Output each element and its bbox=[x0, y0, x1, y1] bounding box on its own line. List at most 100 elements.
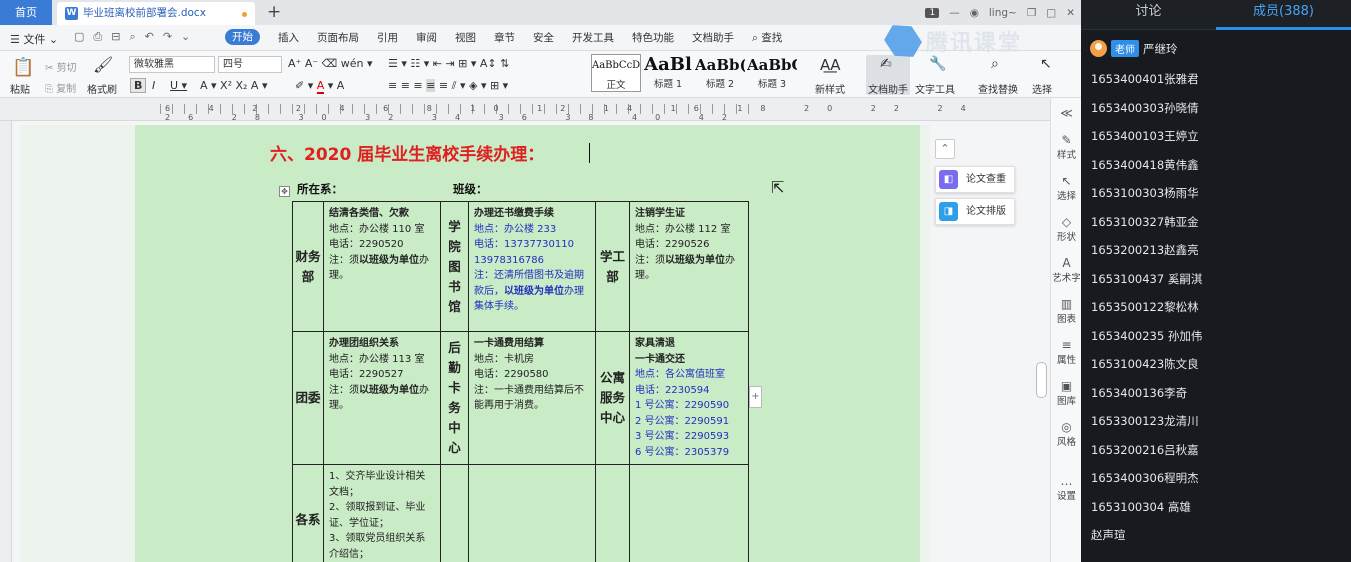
teacher-row[interactable]: 老师 严继玲 bbox=[1090, 40, 1178, 57]
tab-view[interactable]: 视图 bbox=[455, 30, 476, 45]
sidebar-item-style[interactable]: ✎ 样式 bbox=[1051, 133, 1082, 161]
list-item[interactable]: 1653400235 孙加伟 bbox=[1091, 328, 1202, 344]
print-icon[interactable]: ⊟ bbox=[111, 30, 120, 44]
new-tab-button[interactable]: + bbox=[267, 0, 281, 25]
paste-icon[interactable]: 📋 bbox=[12, 57, 34, 78]
font-size-select[interactable]: 四号 bbox=[218, 56, 282, 73]
close-icon[interactable]: ✕ bbox=[1066, 7, 1075, 19]
copy-button[interactable]: ⎘ 复制 bbox=[45, 80, 76, 95]
list-item[interactable]: 1653400303孙晓倩 bbox=[1091, 100, 1199, 116]
empty-cell[interactable] bbox=[468, 464, 596, 562]
user-avatar-icon[interactable]: ◉ bbox=[970, 7, 979, 19]
select-tool-icon[interactable]: ↖ bbox=[1040, 56, 1052, 72]
tab-page-layout[interactable]: 页面布局 bbox=[317, 30, 359, 45]
style-heading-2[interactable]: AaBb( 标题 2 bbox=[695, 54, 745, 92]
list-item[interactable]: 1653200213赵鑫亮 bbox=[1091, 242, 1199, 258]
list-item[interactable]: 1653100437 奚嗣淇 bbox=[1091, 271, 1202, 287]
save-icon[interactable]: ▢ bbox=[74, 30, 84, 44]
list-item[interactable]: 1653200216吕秋嘉 bbox=[1091, 442, 1199, 458]
list-item[interactable]: 1653100423陈文良 bbox=[1091, 356, 1199, 372]
list-item[interactable]: 1653400306程明杰 bbox=[1091, 470, 1199, 486]
cut-button[interactable]: ✂ 剪切 bbox=[45, 59, 77, 74]
list-item[interactable]: 赵声瑄 bbox=[1091, 527, 1126, 543]
text-tools-icon[interactable]: 🔧 bbox=[929, 56, 946, 72]
font-effects[interactable]: A ▾ X² X₂ A ▾ bbox=[200, 79, 267, 92]
home-tab[interactable]: 首页 bbox=[0, 0, 52, 25]
customize-icon[interactable]: ⌄ bbox=[181, 30, 190, 44]
list-item[interactable]: 1653500122黎松林 bbox=[1091, 299, 1199, 315]
thesis-layout-button[interactable]: ◨ 论文排版 bbox=[935, 198, 1015, 225]
thesis-check-button[interactable]: ◧ 论文查重 bbox=[935, 166, 1015, 193]
italic-button[interactable]: I bbox=[152, 79, 155, 92]
list-item[interactable]: 1653400136李奇 bbox=[1091, 385, 1187, 401]
text-tools-button[interactable]: 文字工具 bbox=[915, 81, 955, 96]
user-name[interactable]: ling~ bbox=[989, 7, 1017, 19]
tab-security[interactable]: 安全 bbox=[533, 30, 554, 45]
table-move-handle-icon[interactable]: ✥ bbox=[279, 186, 290, 197]
list-item[interactable]: 1653400418黄伟鑫 bbox=[1091, 157, 1199, 173]
new-style-button[interactable]: 新样式 bbox=[815, 81, 845, 96]
find-replace-button[interactable]: 查找替换 bbox=[978, 81, 1018, 96]
doc-assistant-button[interactable]: 文档助手 bbox=[868, 81, 908, 96]
tab-members[interactable]: 成员(388) bbox=[1216, 0, 1351, 30]
list-tools[interactable]: ☰ ▾ ☷ ▾ ⇤ ⇥ ⊞ ▾ A↕ ⇅ bbox=[388, 57, 509, 70]
list-item[interactable]: 1653400401张雅君 bbox=[1091, 71, 1199, 87]
sidebar-item-settings[interactable]: … 设置 bbox=[1051, 474, 1082, 502]
dorm-service-cell[interactable]: 家具清退 一卡通交还 地点：各公寓值班室 电话：2230594 1 号公寓：22… bbox=[629, 331, 749, 465]
font-size-tools[interactable]: A⁺ A⁻ ⌫ wén ▾ bbox=[288, 57, 372, 70]
sidebar-item-gallery[interactable]: ▣ 图库 bbox=[1051, 379, 1082, 407]
doc-assistant-icon[interactable]: ✍ bbox=[880, 56, 892, 72]
sidebar-item-theme[interactable]: ◎ 风格 bbox=[1051, 420, 1082, 448]
vertical-scrollbar-thumb[interactable] bbox=[1036, 362, 1047, 398]
youth-league-cell[interactable]: 办理团组织关系 地点：办公楼 113 室 电话：2290527 注：须以班级为单… bbox=[323, 331, 441, 465]
export-icon[interactable]: ⎙ bbox=[93, 30, 102, 44]
highlight-button[interactable]: ✐ ▾ A ▾ A bbox=[295, 79, 344, 94]
empty-cell[interactable] bbox=[629, 464, 749, 562]
finance-dept-cell[interactable]: 结清各类借、欠款 地点：办公楼 110 室 电话：2290520 注：须以班级为… bbox=[323, 201, 441, 332]
maximize-icon[interactable]: □ bbox=[1046, 7, 1056, 19]
style-heading-3[interactable]: AaBbC 标题 3 bbox=[747, 54, 797, 92]
horizontal-ruler[interactable]: 6 4 2 2 4 6 8 10 12 14 16 18 20 22 24 26… bbox=[0, 98, 1050, 122]
preview-icon[interactable]: ⌕ bbox=[129, 30, 135, 44]
empty-cell[interactable] bbox=[595, 464, 630, 562]
section-heading[interactable]: 六、2020 届毕业生离校手续办理： bbox=[270, 140, 544, 165]
document-tab[interactable]: W 毕业班离校前部署会.docx bbox=[57, 2, 255, 25]
sidebar-item-properties[interactable]: ≡ 属性 bbox=[1051, 338, 1082, 366]
add-column-handle[interactable]: + bbox=[749, 386, 762, 408]
sidebar-item-wordart[interactable]: A 艺术字 bbox=[1051, 256, 1082, 284]
file-menu[interactable]: ☰ 文件 ⌄ bbox=[10, 31, 58, 47]
redo-icon[interactable]: ↷ bbox=[163, 30, 172, 44]
student-affairs-cell[interactable]: 注销学生证 地点：办公楼 112 室 电话：2290526 注：须以班级为单位办… bbox=[629, 201, 749, 332]
departments-cell[interactable]: 1、交齐毕业设计相关文档； 2、领取报到证、毕业证、学位证； 3、领取党员组织关… bbox=[323, 464, 441, 562]
list-item[interactable]: 1653100327韩亚金 bbox=[1091, 214, 1199, 230]
tab-features[interactable]: 特色功能 bbox=[632, 30, 674, 45]
list-item[interactable]: 1653400103王婷立 bbox=[1091, 128, 1199, 144]
sidebar-item-select[interactable]: ↖ 选择 bbox=[1051, 174, 1082, 202]
tab-review[interactable]: 审阅 bbox=[416, 30, 437, 45]
minimize-icon[interactable]: — bbox=[949, 7, 960, 19]
style-normal[interactable]: AaBbCcDd 正文 bbox=[591, 54, 641, 92]
card-center-cell[interactable]: 一卡通费用结算 地点：卡机房 电话：2290580 注：一卡通费用结算后不能再用… bbox=[468, 331, 596, 465]
tab-section[interactable]: 章节 bbox=[494, 30, 515, 45]
align-tools[interactable]: ≡ ≡ ≡ ≡ ≡ ⫽ ▾ ◈ ▾ ⊞ ▾ bbox=[388, 79, 508, 93]
paste-button[interactable]: 粘贴 bbox=[10, 81, 30, 96]
format-painter-icon[interactable]: 🖌 bbox=[93, 55, 113, 74]
bold-button[interactable]: B bbox=[130, 78, 147, 93]
tab-insert[interactable]: 插入 bbox=[278, 30, 299, 45]
list-item[interactable]: 1653100303杨雨华 bbox=[1091, 185, 1199, 201]
tab-home[interactable]: 开始 bbox=[225, 29, 260, 45]
tab-references[interactable]: 引用 bbox=[377, 30, 398, 45]
underline-button[interactable]: U ▾ bbox=[170, 79, 187, 92]
sidebar-item-chart[interactable]: ▥ 图表 bbox=[1051, 297, 1082, 325]
search-button[interactable]: ⌕ 查找 bbox=[752, 30, 782, 45]
font-name-select[interactable]: 微软雅黑 bbox=[129, 56, 215, 73]
format-painter-button[interactable]: 格式刷 bbox=[87, 81, 117, 96]
find-replace-icon[interactable]: ⌕ bbox=[991, 56, 999, 72]
restore-icon[interactable]: ❐ bbox=[1027, 7, 1036, 19]
sidebar-item-shape[interactable]: ◇ 形状 bbox=[1051, 215, 1082, 243]
list-item[interactable]: 1653300123龙清川 bbox=[1091, 413, 1199, 429]
clearance-table[interactable]: 财务部 结清各类借、欠款 地点：办公楼 110 室 电话：2290520 注：须… bbox=[292, 201, 749, 562]
undo-icon[interactable]: ↶ bbox=[145, 30, 154, 44]
new-style-icon[interactable]: A͟A bbox=[820, 56, 841, 74]
vertical-ruler[interactable] bbox=[0, 121, 12, 562]
